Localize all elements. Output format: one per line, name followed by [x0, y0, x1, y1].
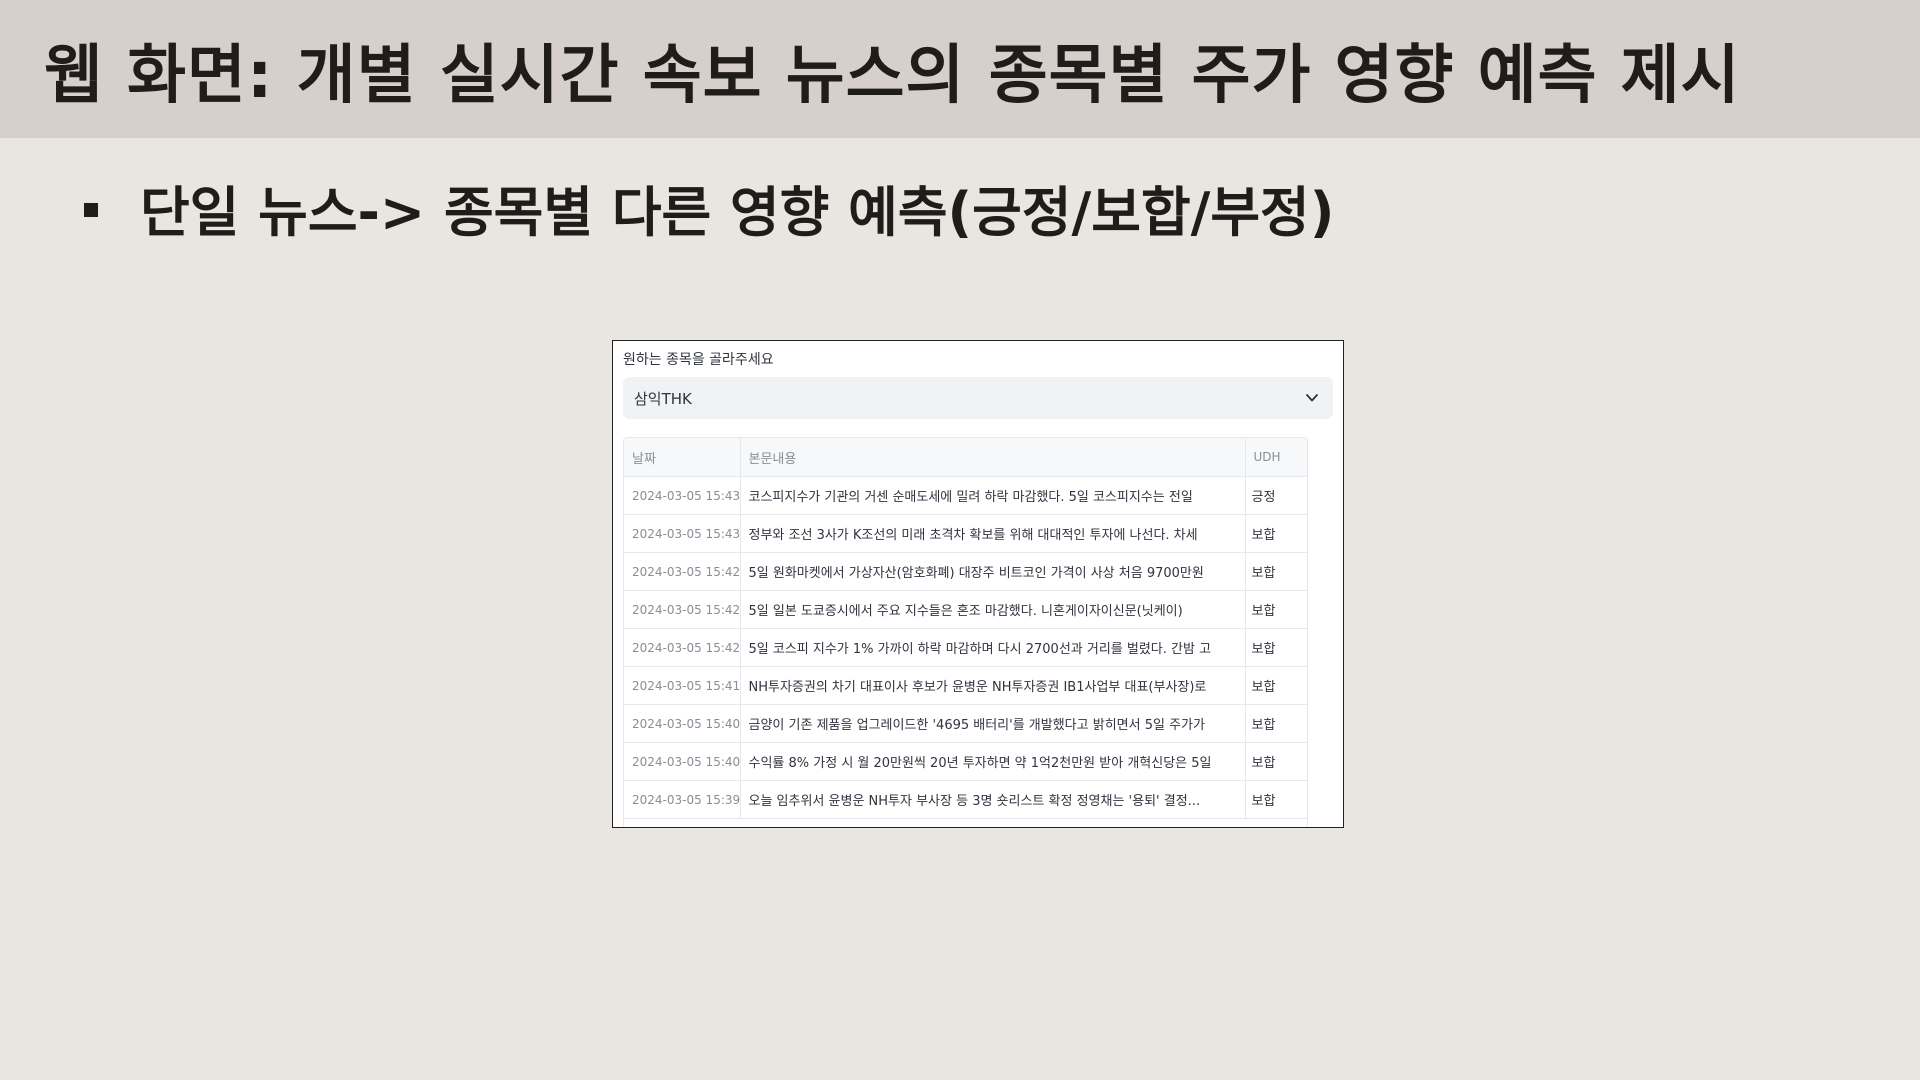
cell-body: NH투자증권의 차기 대표이사 후보가 윤병운 NH투자증권 IB1사업부 대표…	[740, 666, 1246, 705]
cell-udh: 보합	[1245, 590, 1307, 629]
cell-date: 2024-03-05 15:41	[624, 666, 741, 705]
cell-body: 금양이 기존 제품을 업그레이드한 '4695 배터리'를 개발했다고 밝히면서…	[740, 704, 1246, 743]
table-row[interactable]: 2024-03-05 15:42 5일 원화마켓에서 가상자산(암호화폐) 대장…	[624, 552, 1307, 591]
cell-date: 2024-03-05 15:43	[624, 514, 741, 553]
cell-body: 5일 일본 도쿄증시에서 주요 지수들은 혼조 마감했다. 니혼게이자이신문(닛…	[740, 590, 1246, 629]
chevron-down-icon	[1306, 394, 1318, 402]
table-row[interactable]: 2024-03-05 15:41 NH투자증권의 차기 대표이사 후보가 윤병운…	[624, 666, 1307, 705]
cell-udh: 보합	[1245, 666, 1307, 705]
cell-body: 오늘 임추위서 윤병운 NH투자 부사장 등 3명 숏리스트 확정 정영채는 '…	[740, 780, 1246, 819]
table-row[interactable]: 2024-03-05 15:42 5일 코스피 지수가 1% 가까이 하락 마감…	[624, 628, 1307, 667]
table-row[interactable]: 2024-03-05 15:40 수익률 8% 가정 시 월 20만원씩 20년…	[624, 742, 1307, 781]
cell-udh: 보합	[1245, 704, 1307, 743]
table-row[interactable]: 2024-03-05 15:40 금양이 기존 제품을 업그레이드한 '4695…	[624, 704, 1307, 743]
square-bullet-icon	[84, 202, 98, 217]
cell-body: 정부와 조선 3사가 K조선의 미래 초격차 확보를 위해 대대적인 투자에 나…	[740, 514, 1246, 553]
cell-date: 2024-03-05 15:42	[624, 590, 741, 629]
cell-date: 2024-03-05 15:42	[624, 628, 741, 667]
bullet-item: 단일 뉴스-> 종목별 다른 영향 예측(긍정/보합/부정)	[84, 168, 1334, 247]
cell-udh: 보합	[1245, 628, 1307, 667]
cell-date: 2024-03-05 15:43	[624, 476, 741, 515]
slide-title: 웹 화면: 개별 실시간 속보 뉴스의 종목별 주가 영향 예측 제시	[44, 39, 1741, 113]
cell-body: 5일 원화마켓에서 가상자산(암호화폐) 대장주 비트코인 가격이 사상 처음 …	[740, 552, 1246, 591]
title-bar: 웹 화면: 개별 실시간 속보 뉴스의 종목별 주가 영향 예측 제시	[0, 0, 1920, 138]
table-row[interactable]: 2024-03-05 15:43 코스피지수가 기관의 거센 순매도세에 밀려 …	[624, 476, 1307, 515]
bullet-text: 단일 뉴스-> 종목별 다른 영향 예측(긍정/보합/부정)	[140, 181, 1335, 244]
cell-date: 2024-03-05 15:42	[624, 552, 741, 591]
cell-udh: 보합	[1245, 742, 1307, 781]
cell-udh: 보합	[1245, 514, 1307, 553]
stock-select[interactable]: 삼익THK	[623, 377, 1333, 419]
cell-body: 코스피지수가 기관의 거센 순매도세에 밀려 하락 마감했다. 5일 코스피지수…	[740, 476, 1246, 515]
cell-udh: 긍정	[1245, 476, 1307, 515]
cell-udh: 보합	[1245, 552, 1307, 591]
column-header-body[interactable]: 본문내용	[740, 438, 1246, 477]
cell-body: 5일 코스피 지수가 1% 가까이 하락 마감하며 다시 2700선과 거리를 …	[740, 628, 1246, 667]
table-row[interactable]: 2024-03-05 15:42 5일 일본 도쿄증시에서 주요 지수들은 혼조…	[624, 590, 1307, 629]
column-header-date[interactable]: 날짜	[624, 438, 741, 477]
table-row[interactable]: 2024-03-05 15:39 오늘 임추위서 윤병운 NH투자 부사장 등 …	[624, 780, 1307, 819]
selected-stock: 삼익THK	[634, 390, 692, 408]
cell-body: 수익률 8% 가정 시 월 20만원씩 20년 투자하면 약 1억2천만원 받아…	[740, 742, 1246, 781]
cell-date: 2024-03-05 15:40	[624, 704, 741, 743]
column-header-udh[interactable]: UDH	[1245, 438, 1307, 477]
cell-date: 2024-03-05 15:39	[624, 780, 741, 819]
table-header-row: 날짜 본문내용 UDH	[624, 438, 1307, 477]
cell-udh: 보합	[1245, 780, 1307, 819]
web-app-screenshot: 원하는 종목을 골라주세요 삼익THK 날짜 본문내용 UDH 2024-03-…	[612, 340, 1344, 828]
select-label: 원하는 종목을 골라주세요	[623, 352, 774, 368]
cell-date: 2024-03-05 15:40	[624, 742, 741, 781]
table-row[interactable]: 2024-03-05 15:43 정부와 조선 3사가 K조선의 미래 초격차 …	[624, 514, 1307, 553]
news-table[interactable]: 날짜 본문내용 UDH 2024-03-05 15:43 코스피지수가 기관의 …	[623, 437, 1308, 827]
